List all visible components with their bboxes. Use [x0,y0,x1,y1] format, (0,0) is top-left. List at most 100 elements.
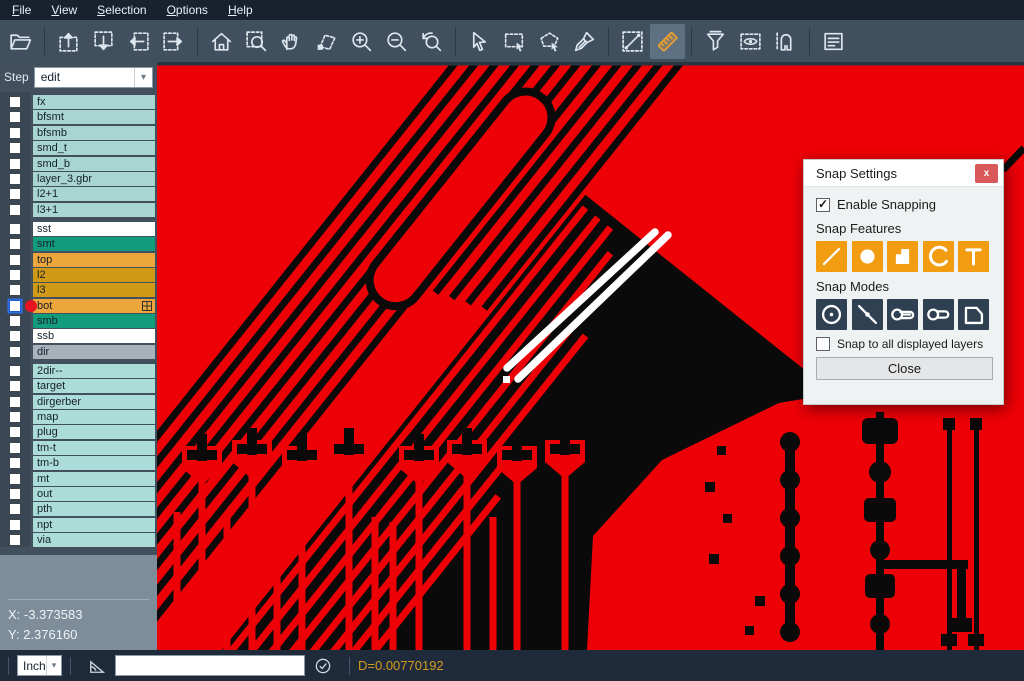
layer-visibility-checkbox[interactable] [9,223,21,235]
layer-color-bar[interactable]: bfsmb [33,126,155,140]
layer-visibility-checkbox[interactable] [9,238,21,250]
menu-selection[interactable]: Selection [87,1,156,19]
snap-feature-icon[interactable] [887,299,918,330]
rect-select-icon[interactable] [497,24,532,59]
layer-row-mt[interactable]: mt [0,472,157,486]
layer-row-ssb[interactable]: ssb [0,329,157,343]
layer-visibility-checkbox[interactable] [9,127,21,139]
layer-row-npt[interactable]: npt [0,518,157,532]
layer-row-bfsmb[interactable]: bfsmb [0,126,157,140]
layer-visibility-checkbox[interactable] [9,457,21,469]
layer-row-tm-t[interactable]: tm-t [0,441,157,455]
zoom-window-icon[interactable] [239,24,274,59]
layer-color-bar[interactable]: dir [33,345,155,359]
layer-color-bar[interactable]: l3 [33,283,155,297]
layer-color-bar[interactable]: pth [33,502,155,516]
layer-color-bar[interactable]: dirgerber [33,395,155,409]
layer-visibility-checkbox[interactable] [9,284,21,296]
polygon-select-icon[interactable] [532,24,567,59]
layer-color-bar[interactable]: tm-b [33,456,155,470]
layer-visibility-checkbox[interactable] [9,346,21,358]
snap-line-icon[interactable] [816,241,847,272]
layer-color-bar[interactable]: smd_t [33,141,155,155]
layer-row-pth[interactable]: pth [0,502,157,516]
layer-row-sst[interactable]: sst [0,222,157,236]
close-button[interactable]: Close [816,357,993,380]
shift-right-icon[interactable] [156,24,191,59]
brush-select-icon[interactable] [567,24,602,59]
layer-color-bar[interactable]: tm-t [33,441,155,455]
layer-color-bar[interactable]: target [33,379,155,393]
layer-color-bar[interactable]: out [33,487,155,501]
layer-color-bar[interactable]: bot [33,299,155,313]
layer-color-bar[interactable]: via [33,533,155,547]
layer-row-dir[interactable]: dir [0,345,157,359]
layer-row-bot[interactable]: bot [0,299,157,313]
zoom-previous-icon[interactable] [414,24,449,59]
layer-row-2dir--[interactable]: 2dir-- [0,364,157,378]
snap-all-layers-checkbox[interactable] [816,337,830,351]
layer-color-bar[interactable]: l3+1 [33,203,155,217]
layer-row-smd_b[interactable]: smd_b [0,157,157,171]
layer-row-smd_t[interactable]: smd_t [0,141,157,155]
layer-color-bar[interactable]: l2 [33,268,155,282]
layer-row-smt[interactable]: smt [0,237,157,251]
layer-color-bar[interactable]: ssb [33,329,155,343]
measure-icon[interactable] [615,24,650,59]
layer-visibility-checkbox[interactable] [9,503,21,515]
dialog-close-icon[interactable]: x [975,164,998,183]
layer-color-bar[interactable]: npt [33,518,155,532]
layer-color-bar[interactable]: mt [33,472,155,486]
layers-panel-icon[interactable] [816,24,851,59]
ruler-icon[interactable] [650,24,685,59]
units-select[interactable]: Inch ▾ [17,655,62,676]
layer-visibility-checkbox[interactable] [9,300,21,312]
layer-row-dirgerber[interactable]: dirgerber [0,395,157,409]
zoom-in-icon[interactable] [344,24,379,59]
layer-color-bar[interactable]: plug [33,425,155,439]
layer-visibility-checkbox[interactable] [9,111,21,123]
view-options-icon[interactable] [733,24,768,59]
layer-visibility-checkbox[interactable] [9,269,21,281]
layer-visibility-checkbox[interactable] [9,365,21,377]
layer-color-bar[interactable]: bfsmt [33,110,155,124]
layer-color-bar[interactable]: map [33,410,155,424]
snap-pad-icon[interactable] [852,241,883,272]
layer-row-bfsmt[interactable]: bfsmt [0,110,157,124]
open-folder-icon[interactable] [3,24,38,59]
select-arrow-icon[interactable] [462,24,497,59]
layer-color-bar[interactable]: l2+1 [33,187,155,201]
menu-view[interactable]: View [41,1,87,19]
menu-help[interactable]: Help [218,1,263,19]
zoom-out-icon[interactable] [379,24,414,59]
layer-color-bar[interactable]: smb [33,314,155,328]
shift-up-icon[interactable] [51,24,86,59]
layer-visibility-checkbox[interactable] [9,473,21,485]
layer-visibility-checkbox[interactable] [9,204,21,216]
filter-icon[interactable] [698,24,733,59]
layer-color-bar[interactable]: sst [33,222,155,236]
layer-row-via[interactable]: via [0,533,157,547]
layer-row-out[interactable]: out [0,487,157,501]
shift-left-icon[interactable] [121,24,156,59]
layer-row-layer_3.gbr[interactable]: layer_3.gbr [0,172,157,186]
layer-visibility-checkbox[interactable] [9,411,21,423]
command-input[interactable] [115,655,305,676]
menu-options[interactable]: Options [157,1,218,19]
layer-visibility-checkbox[interactable] [9,534,21,546]
layer-visibility-checkbox[interactable] [9,173,21,185]
layer-visibility-checkbox[interactable] [9,426,21,438]
enable-snapping-checkbox[interactable] [816,198,830,212]
step-select[interactable]: edit ▾ [34,67,153,88]
pan-hand-icon[interactable] [274,24,309,59]
layer-row-plug[interactable]: plug [0,425,157,439]
angle-tool-icon[interactable] [87,656,107,676]
layer-color-bar[interactable]: layer_3.gbr [33,172,155,186]
layer-visibility-checkbox[interactable] [9,142,21,154]
snap-midpoint-icon[interactable] [852,299,883,330]
layer-visibility-checkbox[interactable] [9,442,21,454]
layer-row-map[interactable]: map [0,410,157,424]
snap-text-icon[interactable] [958,241,989,272]
layer-visibility-checkbox[interactable] [9,158,21,170]
layer-color-bar[interactable]: smd_b [33,157,155,171]
